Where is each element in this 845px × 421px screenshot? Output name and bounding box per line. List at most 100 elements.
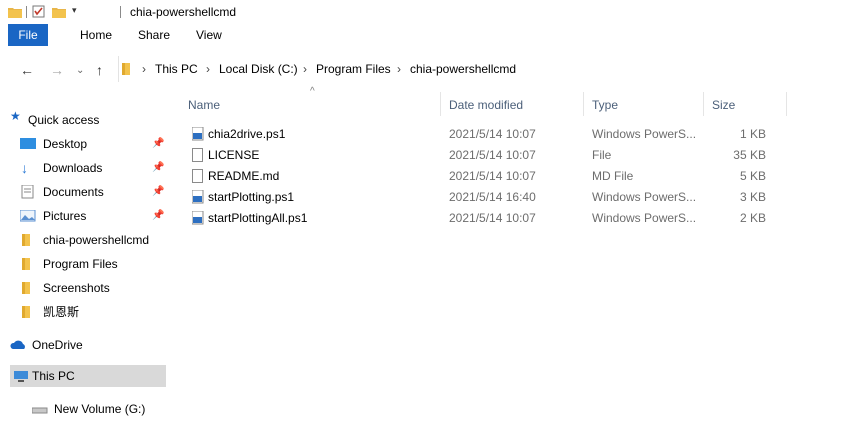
file-date: 2021/5/14 10:07 [449,127,536,141]
sidebar-item-folder[interactable]: 凯恩斯 [20,301,166,323]
folder-icon [22,282,30,294]
powershell-script-icon [192,211,204,225]
file-icon [192,169,203,183]
column-header-size[interactable]: Size [712,98,735,112]
column-divider[interactable] [703,92,704,116]
crumb-chia-powershellcmd[interactable]: chia-powershellcmd [410,62,516,76]
downloads-icon: ↓ [21,160,28,176]
column-divider[interactable] [786,92,787,116]
file-date: 2021/5/14 10:07 [449,211,536,225]
sidebar-item-label: chia-powershellcmd [43,233,150,247]
sidebar-item-chia-powershellcmd[interactable]: chia-powershellcmd [20,229,166,251]
powershell-script-icon [192,127,204,141]
file-date: 2021/5/14 10:07 [449,148,536,162]
column-header-date[interactable]: Date modified [449,98,523,112]
tab-share[interactable]: Share [130,24,178,46]
pin-icon[interactable]: 📌 [152,157,164,179]
properties-checkbox-icon[interactable] [32,5,46,19]
file-size: 2 KB [739,211,766,225]
chevron-right-icon[interactable]: › [397,62,401,76]
crumb-local-disk[interactable]: Local Disk (C:) [219,62,298,76]
sidebar-item-label: This PC [32,369,75,383]
folder-icon [22,258,30,270]
customize-toolbar-dropdown-icon[interactable]: ▾ [72,5,77,16]
crumb-program-files[interactable]: Program Files [316,62,391,76]
sidebar-item-label: Screenshots [43,281,110,295]
sidebar-item-pictures[interactable]: Pictures 📌 [20,205,166,227]
chevron-right-icon[interactable]: › [142,62,146,76]
sidebar-item-label: Program Files [43,257,118,271]
file-name: chia2drive.ps1 [208,127,286,141]
sidebar-item-label: OneDrive [32,338,83,352]
file-name: README.md [208,169,280,183]
separator [26,6,27,18]
file-row[interactable]: README.md 2021/5/14 10:07 MD File 5 KB [186,166,786,186]
sidebar-item-label: New Volume (G:) [54,402,146,416]
file-row[interactable]: LICENSE 2021/5/14 10:07 File 35 KB [186,145,786,165]
powershell-script-icon [192,190,204,204]
ribbon-tabs [0,24,845,46]
file-name: LICENSE [208,148,260,162]
sidebar-item-documents[interactable]: Documents 📌 [20,181,166,203]
pictures-icon [20,210,36,222]
folder-icon [8,8,22,18]
sidebar-item-desktop[interactable]: Desktop 📌 [20,133,166,155]
sort-up-icon: ^ [310,86,315,97]
back-arrow-icon[interactable]: ← [20,62,34,78]
forward-arrow-icon[interactable]: → [50,62,64,78]
column-header-type[interactable]: Type [592,98,618,112]
drive-icon [32,407,48,414]
pin-icon[interactable]: 📌 [152,205,164,227]
new-folder-icon[interactable] [52,6,66,18]
file-row[interactable]: startPlottingAll.ps1 2021/5/14 10:07 Win… [186,208,786,228]
file-type: Windows PowerS... [592,211,697,225]
documents-icon [21,185,34,199]
column-divider[interactable] [440,92,441,116]
file-row[interactable]: startPlotting.ps1 2021/5/14 16:40 Window… [186,187,786,207]
sidebar-quick-access[interactable]: Quick access [28,109,99,131]
sidebar-item-this-pc[interactable]: This PC [10,365,166,387]
file-size: 35 KB [733,148,766,162]
file-icon [192,148,203,162]
sidebar-item-downloads[interactable]: ↓ Downloads 📌 [20,157,166,179]
file-type: Windows PowerS... [592,190,697,204]
sidebar-item-new-volume[interactable]: New Volume (G:) [10,398,166,420]
file-type: File [592,148,612,162]
file-date: 2021/5/14 10:07 [449,169,536,183]
file-size: 5 KB [739,169,766,183]
column-divider[interactable] [583,92,584,116]
title-bar: ▾ chia-powershellcmd [0,0,845,24]
column-header-name[interactable]: Name [188,98,220,112]
sidebar-item-program-files[interactable]: Program Files [20,253,166,275]
folder-icon [22,306,30,318]
folder-icon [22,234,30,246]
separator [120,6,121,18]
chevron-right-icon[interactable]: › [206,62,210,76]
sidebar-item-onedrive[interactable]: OneDrive [10,334,166,356]
pin-icon[interactable]: 📌 [152,133,164,155]
sidebar-item-label: Pictures [43,209,87,223]
file-row[interactable]: chia2drive.ps1 2021/5/14 10:07 Windows P… [186,124,786,144]
file-size: 3 KB [739,190,766,204]
this-pc-icon [14,371,28,382]
chevron-right-icon[interactable]: › [303,62,307,76]
sidebar-item-label: 凯恩斯 [43,305,80,319]
recent-locations-icon[interactable]: ⌄ [76,65,84,76]
cloud-icon [10,340,25,349]
file-size: 1 KB [739,127,766,141]
sidebar-item-label: Downloads [43,161,103,175]
tab-home[interactable]: Home [72,24,120,46]
window-title: chia-powershellcmd [130,5,237,19]
file-name: startPlotting.ps1 [208,190,295,204]
folder-icon [122,63,130,75]
file-type: MD File [592,169,634,183]
tab-view[interactable]: View [188,24,230,46]
crumb-this-pc[interactable]: This PC [155,62,198,76]
pin-icon[interactable]: 📌 [152,181,164,203]
file-type: Windows PowerS... [592,127,697,141]
file-name: startPlottingAll.ps1 [208,211,308,225]
star-icon: ★ [10,109,21,123]
sidebar-item-screenshots[interactable]: Screenshots [20,277,166,299]
tab-file[interactable]: File [8,24,48,46]
up-arrow-icon[interactable]: ↑ [96,62,103,78]
